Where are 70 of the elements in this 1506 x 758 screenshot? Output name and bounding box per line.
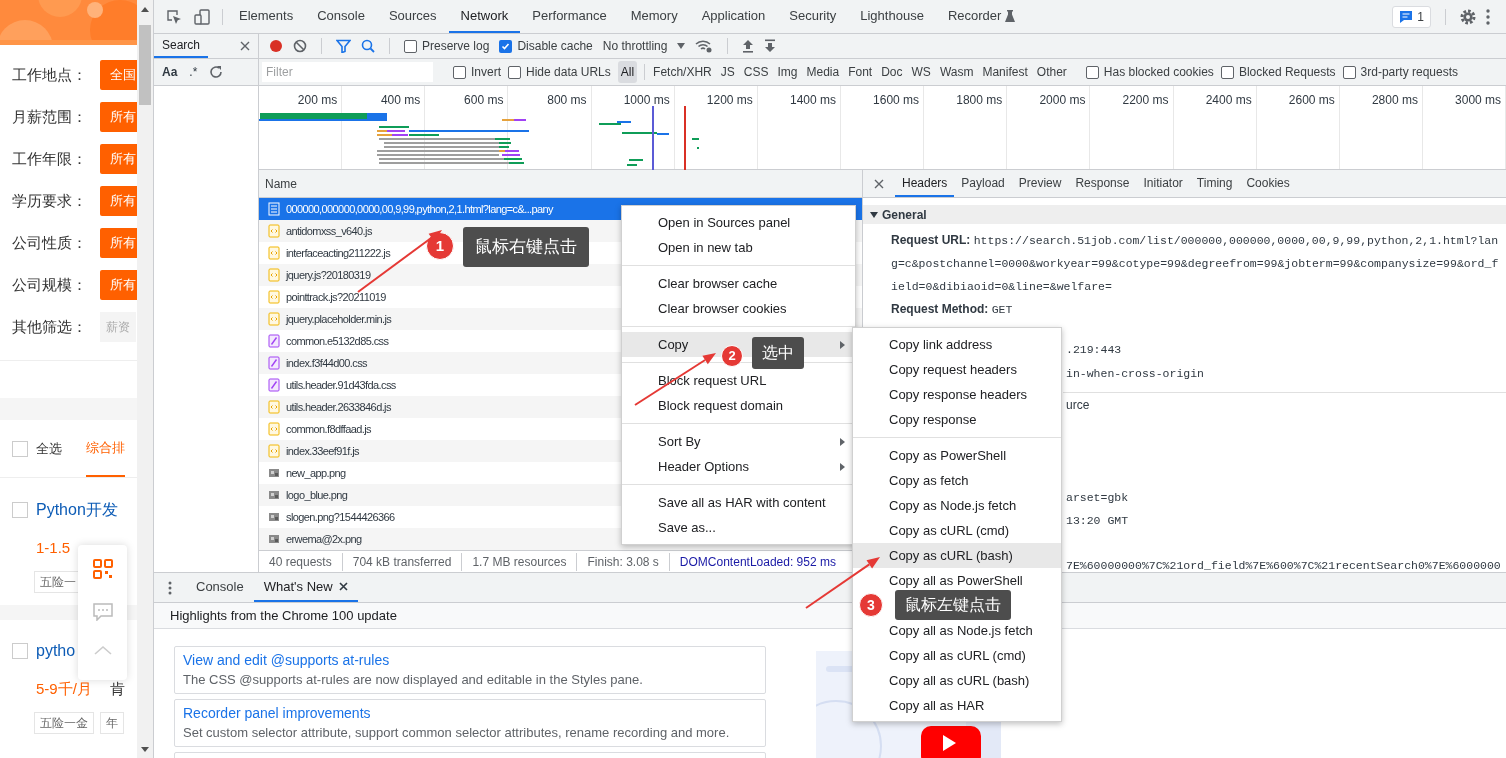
status-text: DOMContentLoaded: 952 ms xyxy=(678,553,837,571)
request-name: common.f8dffaad.js xyxy=(286,421,371,437)
filter-label: 工作年限： xyxy=(12,148,88,169)
request-name: pointtrack.js?20211019 xyxy=(286,289,386,305)
time-tick: 1400 ms xyxy=(789,92,836,109)
time-tick: 3000 ms xyxy=(1455,92,1502,109)
time-tick: 2400 ms xyxy=(1205,92,1252,109)
checkbox-label: 全选 xyxy=(36,439,62,458)
request-name: antidomxss_v640.js xyxy=(286,223,372,239)
checkbox-label: Hide data URLs xyxy=(526,64,611,81)
filter-label: 公司性质： xyxy=(12,232,88,253)
request-name: utils.header.91d43fda.css xyxy=(286,377,396,393)
status-text: 40 requests xyxy=(259,552,343,571)
header-value: urce xyxy=(1066,397,1090,414)
request-name: jquery.placeholder.min.js xyxy=(286,311,392,327)
request-name: jquery.js?20180319 xyxy=(286,267,371,283)
card-description: Set custom selector attribute, support common selector attributes, rename recording and more. xyxy=(183,724,731,742)
status-text: 704 kB transferred xyxy=(342,552,463,571)
job-salary: 1-1.5 xyxy=(36,537,71,558)
status-text: 1.7 MB resources xyxy=(462,552,578,571)
request-name: index.f3f44d00.css xyxy=(286,355,367,371)
card-description: The CSS @supports at-rules are now displayed and editable in the Styles pane. xyxy=(183,671,644,689)
time-tick: 2800 ms xyxy=(1371,92,1418,109)
filter-label: 学历要求： xyxy=(12,190,88,211)
checkbox-label: 3rd-party requests xyxy=(1360,64,1458,81)
filter-label: 其他筛选： xyxy=(12,316,88,337)
request-name: common.e5132d85.css xyxy=(286,333,389,349)
callout-tooltip: 鼠标右键点击 xyxy=(463,227,589,267)
section-title: General xyxy=(882,206,927,224)
header-field: Request Method: GET xyxy=(863,298,1506,321)
time-tick: 2000 ms xyxy=(1039,92,1086,109)
job-tag: 五险一金 xyxy=(34,712,94,734)
header-value: in-when-cross-origin xyxy=(1066,366,1205,382)
time-tick: 1600 ms xyxy=(873,92,920,109)
checkbox-label: Blocked Requests xyxy=(1238,64,1336,81)
header-value: 7E%60000000%7C%21ord_field%7E%600%7C%21recentSearch0%7E%6000000 xyxy=(1066,558,1501,572)
request-name: logo_blue.png xyxy=(286,487,348,503)
time-tick: 600 ms xyxy=(464,92,504,109)
filter-label: 工作地点： xyxy=(12,64,88,85)
time-tick: 2200 ms xyxy=(1122,92,1169,109)
filter-label: 月薪范围： xyxy=(12,106,88,127)
time-tick: 1200 ms xyxy=(706,92,753,109)
request-name: utils.header.2633846d.js xyxy=(286,399,391,415)
header-value: 13:20 GMT xyxy=(1066,513,1129,529)
request-name: slogen.png?1544426366 xyxy=(286,509,395,525)
time-tick: 2600 ms xyxy=(1288,92,1335,109)
time-tick: 1800 ms xyxy=(956,92,1003,109)
header-value: arset=gbk xyxy=(1066,490,1129,506)
checkbox-label: Invert xyxy=(471,64,501,81)
callout-tooltip: 选中 xyxy=(752,337,804,369)
filter-label: 公司规模： xyxy=(12,274,88,295)
request-name: interfaceacting211222.js xyxy=(286,245,391,261)
time-tick: 200 ms xyxy=(297,92,338,109)
job-salary: 5-9千/月 xyxy=(36,678,92,699)
header-value: .219:443 xyxy=(1066,342,1122,358)
checkbox-label: Disable cache xyxy=(517,38,593,55)
request-name: erwema@2x.png xyxy=(286,531,362,547)
request-name: 000000,000000,0000,00,9,99,python,2,1.html?lang=c&...pany xyxy=(286,201,554,217)
checkbox-label: Has blocked cookies xyxy=(1103,64,1214,81)
job-location: 肯 xyxy=(109,678,125,699)
time-tick: 400 ms xyxy=(380,92,421,109)
checkbox-label: Preserve log xyxy=(422,38,490,55)
header-field: Request URL: https://search.51job.com/list/000000,000000,0000,00,9,99,python,2,1.html?lang=c&postchannel=0000&workyear=99&cotype=99&degreefrom=99&jobterm=99&companysize=99&ord_field=0&dibiaoid=0&line=&welfare= xyxy=(863,229,1506,298)
callout-tooltip: 鼠标左键点击 xyxy=(895,590,1011,620)
request-name: new_app.png xyxy=(286,465,346,481)
request-name: index.33eef91f.js xyxy=(286,443,359,459)
status-text: Finish: 3.08 s xyxy=(577,552,670,571)
time-tick: 800 ms xyxy=(547,92,587,109)
job-tag: 年 xyxy=(100,712,124,734)
time-tick: 1000 ms xyxy=(623,92,670,109)
